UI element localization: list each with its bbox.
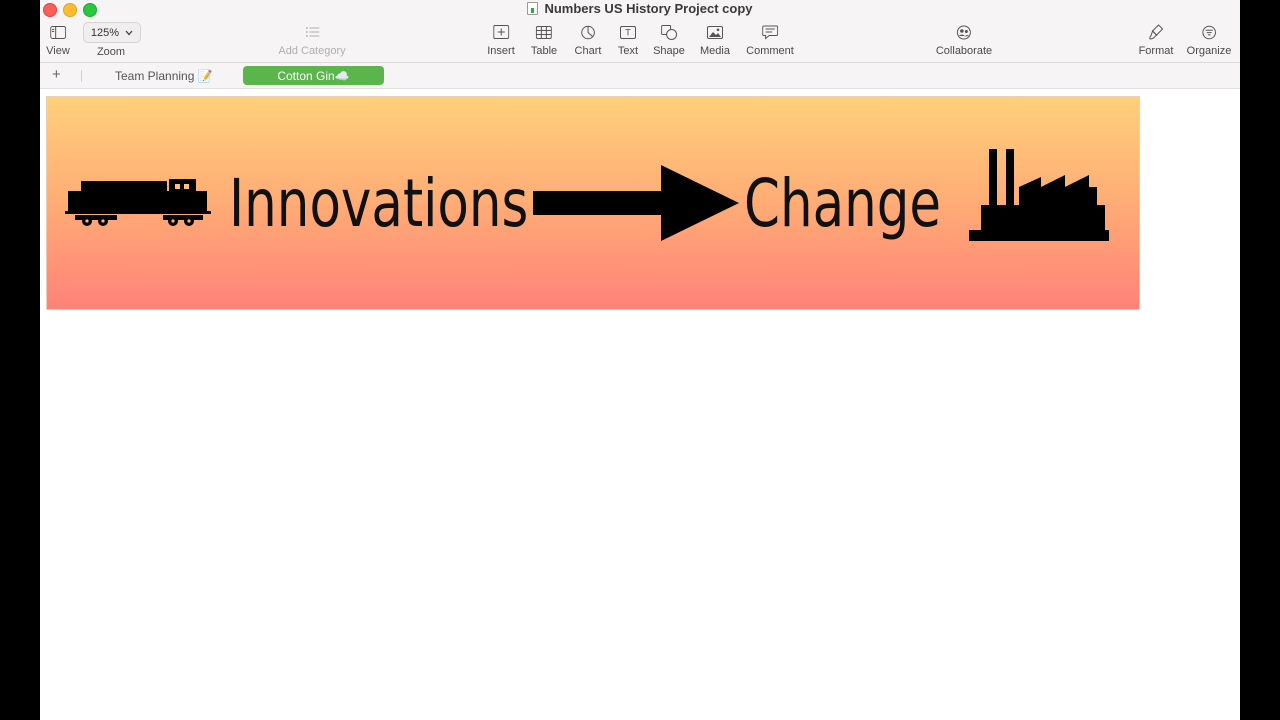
- tab-cotton-gin[interactable]: Cotton Gin☁️: [243, 66, 384, 85]
- insert-icon: [490, 22, 512, 42]
- document-icon: [527, 1, 539, 15]
- format-label: Format: [1138, 45, 1174, 57]
- chart-label: Chart: [574, 45, 602, 57]
- list-icon: [301, 22, 323, 42]
- add-sheet-button[interactable]: +: [52, 66, 61, 83]
- paintbrush-icon: [1145, 22, 1167, 42]
- numbers-window: Numbers US History Project copy View 125…: [40, 0, 1240, 720]
- text-label: Text: [617, 45, 639, 57]
- chart-button[interactable]: Chart: [574, 22, 602, 60]
- zoom-value: 125%: [90, 26, 120, 39]
- tab-team-planning[interactable]: Team Planning 📝: [115, 69, 213, 83]
- table-icon: [533, 22, 555, 42]
- comment-icon: [759, 22, 781, 42]
- arrow-right-icon: [533, 165, 739, 241]
- shape-button[interactable]: Shape: [653, 22, 685, 60]
- collaborate-label: Collaborate: [935, 45, 993, 57]
- organize-button[interactable]: Organize: [1186, 22, 1232, 60]
- shape-icon: [658, 22, 680, 42]
- add-category-label: Add Category: [278, 45, 346, 57]
- zoom-dropdown[interactable]: 125%: [83, 22, 141, 43]
- pie-chart-icon: [577, 22, 599, 42]
- media-button[interactable]: Media: [700, 22, 730, 60]
- change-text: Change: [744, 165, 942, 242]
- svg-text:T: T: [624, 28, 631, 38]
- banner-image[interactable]: Innovations Change: [46, 96, 1140, 310]
- table-button[interactable]: Table: [531, 22, 557, 60]
- format-button[interactable]: Format: [1138, 22, 1174, 60]
- media-label: Media: [700, 45, 730, 57]
- zoom-label: Zoom: [96, 46, 126, 58]
- view-label: View: [46, 45, 70, 57]
- add-category-button[interactable]: Add Category: [278, 22, 346, 60]
- factory-icon: [969, 149, 1109, 241]
- comment-label: Comment: [746, 45, 794, 57]
- sheet-tab-bar: + Team Planning 📝 Cotton Gin☁️: [40, 63, 1240, 89]
- tab-divider: [81, 70, 82, 82]
- innovations-text: Innovations: [229, 165, 529, 242]
- table-label: Table: [530, 45, 558, 57]
- shape-label: Shape: [653, 45, 685, 57]
- photo-icon: [704, 22, 726, 42]
- chevron-down-icon: [125, 27, 133, 39]
- organize-label: Organize: [1186, 45, 1232, 57]
- insert-label: Insert: [487, 45, 515, 57]
- collaborate-button[interactable]: Collaborate: [936, 22, 992, 60]
- title-bar: Numbers US History Project copy: [40, 0, 1240, 16]
- organize-icon: [1198, 22, 1220, 42]
- window-title: Numbers US History Project copy: [544, 0, 753, 16]
- toolbar: Numbers US History Project copy View 125…: [40, 0, 1240, 63]
- comment-button[interactable]: Comment: [746, 22, 794, 60]
- text-box-icon: T: [617, 22, 639, 42]
- train-icon: [65, 179, 211, 226]
- insert-button[interactable]: Insert: [487, 22, 515, 60]
- text-button[interactable]: T Text: [617, 22, 639, 60]
- sidebar-icon: [47, 22, 69, 42]
- collaborate-icon: [953, 22, 975, 42]
- view-button[interactable]: View: [46, 22, 70, 60]
